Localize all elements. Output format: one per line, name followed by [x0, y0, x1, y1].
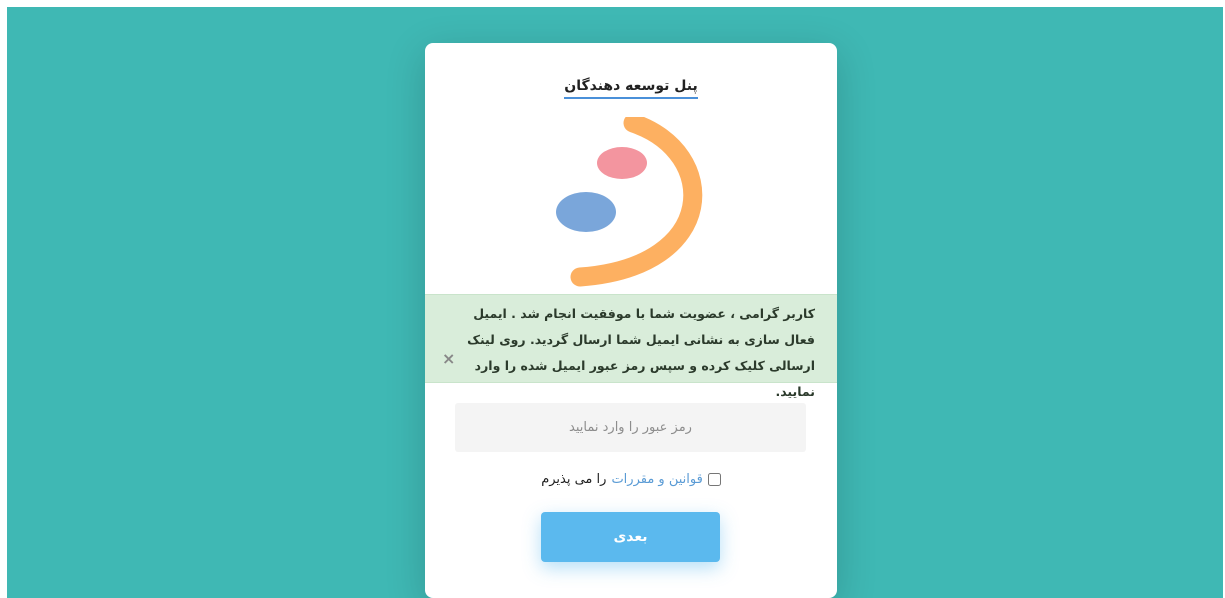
login-card: پنل توسعه دهندگان کاربر گرامی ، عضویت شم… [425, 43, 837, 598]
alert-message: کاربر گرامی ، عضویت شما با موفقیت انجام … [467, 306, 815, 399]
page-background: پنل توسعه دهندگان کاربر گرامی ، عضویت شم… [7, 7, 1223, 598]
page-title-text: پنل توسعه دهندگان [564, 78, 698, 99]
logo-dot-small [597, 147, 647, 179]
page-title: پنل توسعه دهندگان [425, 75, 837, 99]
next-button[interactable]: بعدی [541, 512, 720, 562]
success-alert: کاربر گرامی ، عضویت شما با موفقیت انجام … [425, 294, 837, 399]
terms-suffix: را می پذیرم [541, 472, 607, 487]
terms-row: قوانین و مقررات را می پذیرم [425, 472, 837, 487]
logo-dot-large [556, 192, 616, 232]
close-icon[interactable]: × [442, 351, 455, 367]
smile-logo-icon [556, 117, 703, 287]
password-field[interactable] [455, 403, 806, 452]
terms-checkbox[interactable] [707, 473, 721, 486]
terms-link[interactable]: قوانین و مقررات [611, 472, 702, 487]
